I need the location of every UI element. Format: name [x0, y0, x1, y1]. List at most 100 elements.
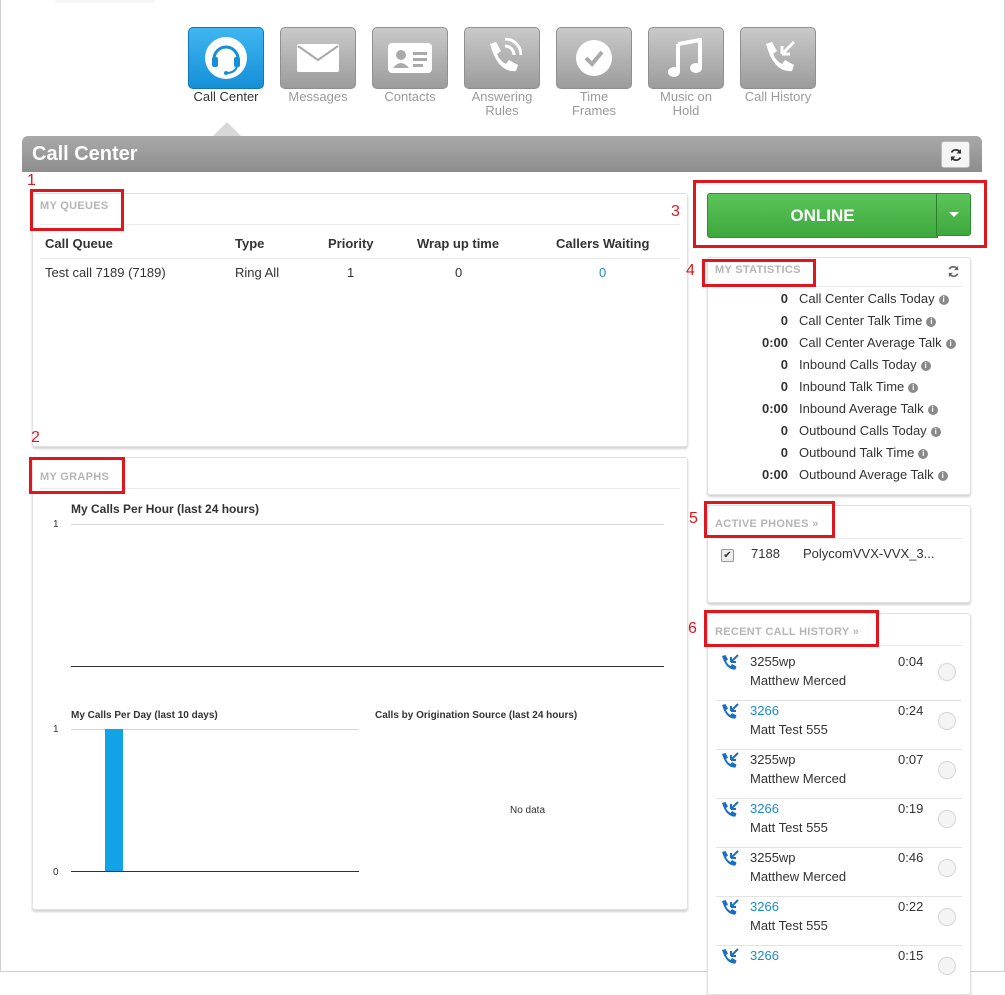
stat-row: 0 Call Center Talk Time i	[708, 313, 970, 335]
note-icon[interactable]	[938, 663, 956, 681]
call-history-icon	[722, 948, 739, 964]
call-history-item[interactable]: 3255wp Matthew Merced 0:04	[716, 651, 962, 701]
call-history-item[interactable]: 3266 0:15	[716, 945, 962, 995]
stat-row: 0:00 Outbound Average Talk i	[708, 467, 970, 489]
call-history-icon	[722, 703, 739, 719]
annotation-box	[704, 501, 835, 538]
call-history-item[interactable]: 3266 Matt Test 555 0:22	[716, 896, 962, 946]
annotation-box	[702, 259, 816, 287]
info-icon[interactable]: i	[918, 448, 929, 459]
stat-label-group: Inbound Calls Today i	[799, 357, 931, 372]
active-tab-pointer	[213, 122, 241, 136]
stat-value: 0	[780, 291, 788, 306]
my-queues-panel: MY QUEUES Call Queue Type Priority Wrap …	[32, 193, 688, 447]
info-icon[interactable]: i	[926, 316, 937, 327]
call-history-item[interactable]: 3266 Matt Test 555 0:19	[716, 798, 962, 848]
annotation-number: 2	[31, 429, 40, 446]
info-icon[interactable]: i	[927, 404, 938, 415]
call-number[interactable]: 3266	[750, 703, 779, 718]
col-header-type[interactable]: Type	[235, 236, 264, 251]
nav-label: Time Frames	[556, 90, 632, 118]
stat-label: Call Center Talk Time	[799, 313, 923, 328]
page-title: Call Center	[32, 143, 138, 165]
info-icon[interactable]: i	[920, 360, 931, 371]
stat-label-group: Outbound Average Talk i	[799, 467, 948, 482]
call-history-icon	[722, 801, 739, 817]
caller-name: Matthew Merced	[750, 869, 847, 884]
call-history-icon	[722, 752, 739, 768]
note-icon[interactable]	[938, 957, 956, 975]
call-number[interactable]: 3266	[750, 899, 779, 914]
top-tab-strip	[55, 0, 155, 3]
note-icon[interactable]	[938, 712, 956, 730]
note-icon[interactable]	[938, 859, 956, 877]
annotation-number: 3	[671, 203, 680, 220]
chart-title-calls-per-hour: My Calls Per Hour (last 24 hours)	[71, 502, 260, 516]
call-duration: 0:22	[898, 899, 924, 914]
nav-label-line: Music on	[659, 89, 713, 104]
nav-time-frames[interactable]: Time Frames	[556, 27, 632, 118]
stat-value: 0:00	[761, 467, 788, 482]
divider	[40, 224, 680, 225]
nav-tile	[556, 27, 632, 89]
call-number[interactable]: 3266	[750, 801, 779, 816]
divider	[40, 488, 680, 489]
col-header-priority[interactable]: Priority	[328, 236, 374, 251]
stat-label-group: Call Center Talk Time i	[799, 313, 937, 328]
clock-icon	[576, 40, 612, 76]
phone-checkbox[interactable]: ✔	[721, 549, 734, 562]
info-icon[interactable]: i	[945, 338, 956, 349]
col-header-callers-waiting[interactable]: Callers Waiting	[556, 236, 649, 251]
stat-value: 0:00	[761, 335, 788, 350]
nav-answering-rules[interactable]: Answering Rules	[464, 27, 540, 118]
info-icon[interactable]: i	[938, 294, 949, 305]
nav-tile	[648, 27, 724, 89]
note-icon[interactable]	[938, 908, 956, 926]
info-icon[interactable]: i	[908, 382, 919, 393]
col-header-wrap-up-time[interactable]: Wrap up time	[417, 236, 499, 251]
caller-name: Matt Test 555	[750, 820, 828, 835]
nav-music-on-hold[interactable]: Music on Hold	[648, 27, 724, 118]
refresh-icon[interactable]	[947, 265, 960, 278]
queue-wrap-up: 0	[455, 265, 463, 280]
nav-label-line: Rules	[485, 103, 519, 118]
annotation-number: 5	[689, 510, 698, 527]
nav-call-center[interactable]: Call Center	[188, 27, 264, 104]
x-axis	[71, 666, 664, 667]
call-duration: 0:19	[898, 801, 924, 816]
nav-tile	[464, 27, 540, 89]
stat-label-group: Outbound Calls Today i	[799, 423, 941, 438]
caller-name: Matt Test 555	[750, 918, 828, 933]
call-duration: 0:24	[898, 703, 924, 718]
stat-value: 0:00	[761, 401, 788, 416]
gridline	[71, 524, 664, 525]
annotation-box	[704, 610, 879, 647]
stat-row: 0 Inbound Talk Time i	[708, 379, 970, 401]
call-history-item[interactable]: 3255wp Matthew Merced 0:07	[716, 749, 962, 799]
col-header-call-queue[interactable]: Call Queue	[45, 236, 113, 251]
call-history-item[interactable]: 3266 Matt Test 555 0:24	[716, 700, 962, 750]
refresh-button[interactable]	[941, 141, 970, 168]
note-icon[interactable]	[938, 810, 956, 828]
nav-call-history[interactable]: Call History	[740, 27, 816, 104]
phone-ringing-icon	[490, 38, 522, 72]
nav-label-line: Call Center	[193, 89, 259, 104]
info-icon[interactable]: i	[937, 470, 948, 481]
stat-row: 0 Inbound Calls Today i	[708, 357, 970, 379]
caller-name: Matthew Merced	[750, 673, 847, 688]
queue-callers-waiting-link[interactable]: 0	[599, 265, 606, 280]
call-number[interactable]: 3266	[750, 948, 779, 963]
info-icon[interactable]: i	[930, 426, 941, 437]
note-icon[interactable]	[938, 761, 956, 779]
call-history-icon	[722, 654, 739, 670]
stat-row: 0:00 Inbound Average Talk i	[708, 401, 970, 423]
nav-messages[interactable]: Messages	[280, 27, 356, 104]
stat-label-group: Inbound Average Talk i	[799, 401, 938, 416]
nav-label: Call History	[740, 90, 816, 104]
stat-label-group: Outbound Talk Time i	[799, 445, 929, 460]
call-history-item[interactable]: 3255wp Matthew Merced 0:46	[716, 847, 962, 897]
stat-row: 0 Call Center Calls Today i	[708, 291, 970, 313]
call-duration: 0:04	[898, 654, 924, 669]
stat-value: 0	[780, 379, 788, 394]
nav-contacts[interactable]: Contacts	[372, 27, 448, 104]
